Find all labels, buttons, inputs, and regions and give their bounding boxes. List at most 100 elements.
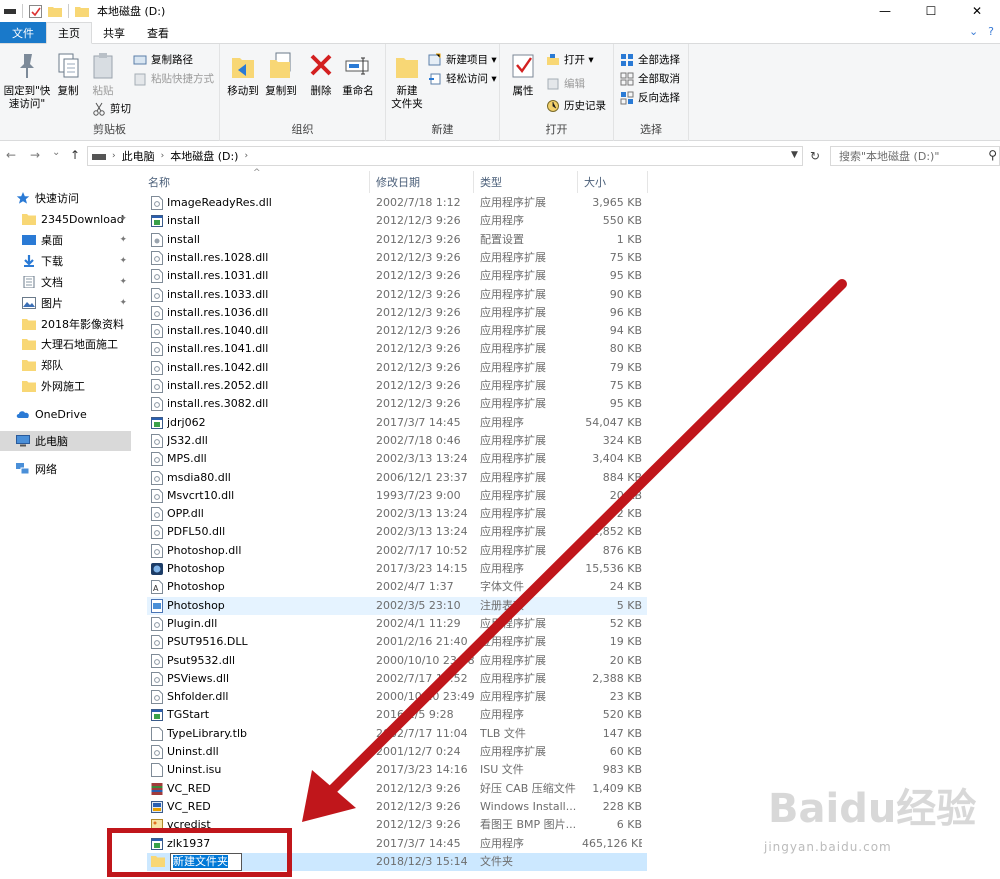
nav-item[interactable]: 桌面 ✦ [0,230,131,250]
refresh-icon[interactable]: ↻ [806,147,824,165]
paste-shortcut-button[interactable]: 粘贴快捷方式 [133,71,214,86]
folder-icon[interactable] [48,5,62,17]
file-row[interactable]: jdrj062 2017/3/7 14:45 应用程序 54,047 KB [147,414,647,432]
nav-item-label: 2018年影像资料 [41,318,124,331]
tab-home[interactable]: 主页 [46,22,92,44]
file-row[interactable]: Shfolder.dll 2000/10/10 23:49 应用程序扩展 23 KB [147,688,647,706]
nav-item[interactable]: 文档 ✦ [0,272,131,292]
file-row[interactable]: Uninst.isu 2017/3/23 14:16 ISU 文件 983 KB [147,761,647,779]
breadcrumb-chevron-icon[interactable]: › [244,151,248,161]
column-header-size[interactable]: 大小 [578,171,648,193]
minimize-button[interactable]: — [862,0,908,22]
maximize-button[interactable]: ☐ [908,0,954,22]
easy-access-button[interactable]: 轻松访问 ▾ [428,71,497,86]
address-dropdown-icon[interactable]: ▼ [791,150,798,160]
nav-item[interactable]: 2345Download ✦ [0,209,131,229]
address-bar[interactable]: › 此电脑 › 本地磁盘 (D:) › [87,146,803,166]
breadcrumb-chevron-icon[interactable]: › [161,151,165,161]
file-row[interactable]: PSUT9516.DLL 2001/2/16 21:40 应用程序扩展 19 KB [147,633,647,651]
file-row[interactable]: install.res.1042.dll 2012/12/3 9:26 应用程序扩展… [147,359,647,377]
file-row[interactable]: Photoshop.dll 2002/7/17 10:52 应用程序扩展 876 KB [147,542,647,560]
column-header-type[interactable]: 类型 [474,171,578,193]
delete-button[interactable]: 删除 [306,50,336,98]
file-row[interactable]: install 2012/12/3 9:26 应用程序 550 KB [147,212,647,230]
file-row[interactable]: JS32.dll 2002/7/18 0:46 应用程序扩展 324 KB [147,432,647,450]
properties-button[interactable]: 属性 [506,50,540,98]
file-row[interactable]: MPS.dll 2002/3/13 13:24 应用程序扩展 3,404 KB [147,450,647,468]
file-row[interactable]: TGStart 2016/1/5 9:28 应用程序 520 KB [147,706,647,724]
file-row[interactable]: install.res.2052.dll 2012/12/3 9:26 应用程序扩展… [147,377,647,395]
nav-item[interactable]: 快速访问 [0,188,131,208]
file-row[interactable]: Uninst.dll 2001/12/7 0:24 应用程序扩展 60 KB [147,743,647,761]
organize-group: 移动到 复制到 删除 重命名 组织 [220,44,386,141]
breadcrumb-local-disk[interactable]: 本地磁盘 (D:) [170,148,238,164]
file-row[interactable]: PSViews.dll 2002/7/17 10:52 应用程序扩展 2,388 KB [147,670,647,688]
edit-button[interactable]: 编辑 [546,76,585,91]
file-row[interactable]: OPP.dll 2002/3/13 13:24 应用程序扩展 92 KB [147,505,647,523]
column-header-name[interactable]: 名称 ^ [140,168,370,193]
file-row[interactable]: install.res.1031.dll 2012/12/3 9:26 应用程序扩展… [147,267,647,285]
help-icon[interactable]: ? [988,25,994,38]
file-row[interactable]: VC_RED 2012/12/3 9:26 好压 CAB 压缩文件 1,409 KB [147,780,647,798]
window-menu-icon[interactable] [4,6,16,16]
nav-item[interactable]: 外网施工 [0,376,131,396]
file-row[interactable]: Psut9532.dll 2000/10/10 23:48 应用程序扩展 20 KB [147,652,647,670]
select-none-button[interactable]: 全部取消 [620,71,680,86]
history-button[interactable]: 历史记录 [546,98,606,113]
file-row[interactable]: Photoshop 2017/3/23 14:15 应用程序 15,536 KB [147,560,647,578]
file-row[interactable]: install.res.1028.dll 2012/12/3 9:26 应用程序扩展… [147,249,647,267]
file-row[interactable]: ImageReadyRes.dll 2002/7/18 1:12 应用程序扩展 3,9… [147,194,647,212]
nav-item[interactable]: 郑队 [0,355,131,375]
file-row[interactable]: TypeLibrary.tlb 2002/7/17 11:04 TLB 文件 147 … [147,725,647,743]
tab-view[interactable]: 查看 [136,22,180,43]
file-row[interactable]: msdia80.dll 2006/12/1 23:37 应用程序扩展 884 KB [147,469,647,487]
open-button[interactable]: 打开 ▾ [546,52,594,67]
file-row[interactable]: install 2012/12/3 9:26 配置设置 1 KB [147,231,647,249]
file-row[interactable]: install.res.1033.dll 2012/12/3 9:26 应用程序扩展… [147,286,647,304]
tab-file[interactable]: 文件 [0,22,46,43]
file-row[interactable]: Photoshop 2002/3/5 23:10 注册表项 5 KB [147,596,647,615]
up-button[interactable]: ↑ [70,148,80,162]
nav-item[interactable]: 2018年影像资料 [0,314,131,334]
invert-selection-button[interactable]: 反向选择 [620,90,680,105]
close-button[interactable]: ✕ [954,0,1000,22]
move-to-button[interactable]: 移动到 [226,50,260,98]
breadcrumb-chevron-icon[interactable]: › [112,151,116,161]
file-date: 2000/10/10 23:49 [376,690,475,704]
nav-item[interactable]: 下载 ✦ [0,251,131,271]
file-row[interactable]: PDFL50.dll 2002/3/13 13:24 应用程序扩展 2,852 KB [147,523,647,541]
cut-button[interactable]: 剪切 [92,101,131,116]
file-row[interactable]: install.res.1036.dll 2012/12/3 9:26 应用程序扩展… [147,304,647,322]
forward-button[interactable]: → [30,148,40,162]
file-row[interactable]: Plugin.dll 2002/4/1 11:29 应用程序扩展 52 KB [147,615,647,633]
recent-locations-button[interactable]: ⌄ [52,147,60,158]
nav-item[interactable]: 网络 [0,459,131,479]
ribbon-collapse-icon[interactable]: ⌄ [969,25,978,38]
copy-to-button[interactable]: 复制到 [264,50,298,98]
breadcrumb-this-pc[interactable]: 此电脑 [122,148,155,164]
file-row[interactable]: install.res.3082.dll 2012/12/3 9:26 应用程序扩展… [147,395,647,413]
select-all-button[interactable]: 全部选择 [620,52,680,67]
file-row[interactable]: VC_RED 2012/12/3 9:26 Windows Install... 22… [147,798,647,816]
file-row[interactable]: install.res.1040.dll 2012/12/3 9:26 应用程序扩展… [147,322,647,340]
pin-quick-access-button[interactable]: 固定到"快速访问" [2,50,52,111]
file-row[interactable]: A Photoshop 2002/4/7 1:37 字体文件 24 KB [147,578,647,596]
search-input[interactable]: 搜索"本地磁盘 (D:)" ⚲ [830,146,1000,166]
nav-item[interactable]: 图片 ✦ [0,293,131,313]
nav-item[interactable]: 大理石地面施工 [0,334,131,354]
file-row[interactable]: install.res.1041.dll 2012/12/3 9:26 应用程序扩展… [147,340,647,358]
nav-item[interactable]: OneDrive [0,404,131,424]
column-header-date[interactable]: 修改日期 [370,171,474,193]
properties-check-icon[interactable] [29,4,42,18]
rename-button[interactable]: 重命名 [338,50,378,98]
tab-share[interactable]: 共享 [92,22,136,43]
file-row[interactable]: Msvcrt10.dll 1993/7/23 9:00 应用程序扩展 20 KB [147,487,647,505]
copy-button[interactable]: 复制 [53,50,83,98]
new-folder-button[interactable]: 新建 文件夹 [388,50,426,111]
search-icon[interactable]: ⚲ [988,148,997,162]
paste-button[interactable]: 粘贴 [88,50,118,98]
copy-path-button[interactable]: 复制路径 [133,52,193,67]
back-button[interactable]: ← [6,148,16,162]
nav-item[interactable]: 此电脑 [0,431,131,451]
new-item-button[interactable]: 新建项目 ▾ [428,52,497,67]
